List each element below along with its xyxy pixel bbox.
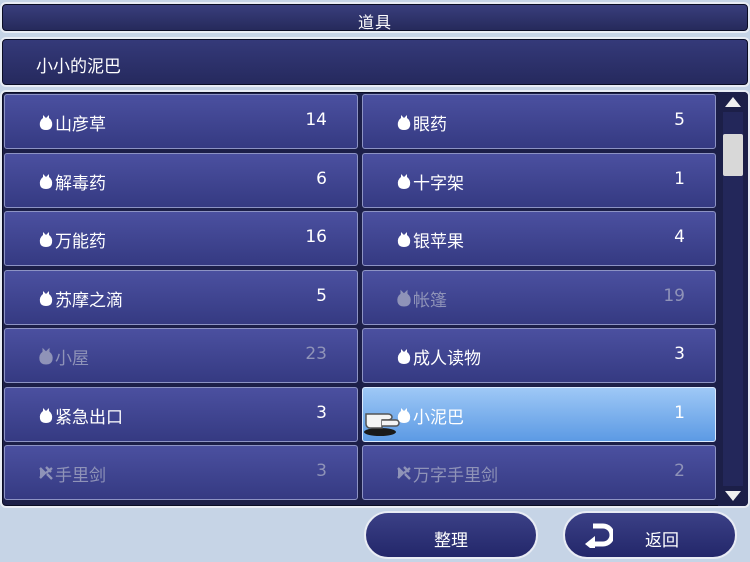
item-quantity: 23 [305,344,327,364]
description-bar: 小小的泥巴 [0,37,750,87]
item-name: 小屋 [55,349,89,369]
bag-icon [37,347,55,365]
item-slot[interactable]: 紧急出口 3 [4,386,358,442]
item-slot[interactable]: 眼药 5 [362,94,716,149]
scroll-down-arrow-icon[interactable] [724,490,742,502]
scroll-thumb[interactable] [723,134,743,176]
sort-button[interactable]: 整理 [364,511,538,559]
item-description: 小小的泥巴 [36,57,121,77]
item-slot[interactable]: 手里剑 3 [4,445,358,500]
bag-icon [395,113,413,131]
back-button-label: 返回 [645,531,679,551]
item-slot[interactable]: 小泥巴 1 [362,386,716,442]
item-quantity: 2 [674,461,685,481]
item-name: 成人读物 [413,349,481,369]
item-name: 万字手里剑 [413,466,498,486]
hand-cursor-icon [364,413,400,436]
item-slot[interactable]: 小屋 23 [4,328,358,383]
item-quantity: 3 [674,344,685,364]
back-arrow-icon [585,523,613,548]
item-name: 十字架 [413,173,464,194]
item-quantity: 6 [316,168,327,189]
item-quantity: 1 [674,168,685,189]
item-slot[interactable]: 万能药 16 [4,211,358,266]
item-quantity: 16 [305,227,327,247]
scroll-track[interactable] [723,112,743,486]
item-slot[interactable]: 解毒药 6 [4,152,358,208]
item-quantity: 3 [316,402,327,423]
sort-button-label: 整理 [434,531,468,551]
item-slot[interactable]: 万字手里剑 2 [362,445,716,500]
item-quantity: 19 [663,285,685,306]
shuriken-icon [37,464,55,482]
item-quantity: 5 [316,285,327,306]
shuriken-icon [395,464,413,482]
item-slot[interactable]: 成人读物 3 [362,328,716,383]
item-name: 万能药 [55,232,106,252]
scrollbar[interactable] [718,92,748,506]
title-bar: 道具 [0,2,750,33]
item-list-panel: 山彦草 14 眼药 5 解毒药 6 十字架 1 万能药 16 银苹果 4 苏摩之滴 5 帐篷 19 小屋 23 成人… [0,90,750,508]
item-name: 紧急出口 [55,407,123,428]
item-quantity: 3 [316,461,327,481]
item-quantity: 4 [674,227,685,247]
back-button[interactable]: 返回 [563,511,737,559]
item-slot[interactable]: 山彦草 14 [4,94,358,149]
bag-icon [37,406,55,424]
bag-icon [395,230,413,248]
item-name: 苏摩之滴 [55,290,123,311]
item-name: 小泥巴 [413,407,464,428]
bag-icon [395,347,413,365]
item-name: 银苹果 [413,232,464,252]
bag-icon [395,172,413,190]
item-slot[interactable]: 十字架 1 [362,152,716,208]
item-name: 眼药 [413,115,447,135]
item-slot[interactable]: 帐篷 19 [362,269,716,325]
item-quantity: 14 [305,110,327,130]
item-name: 帐篷 [413,290,447,311]
scroll-up-arrow-icon[interactable] [724,96,742,108]
bag-icon [37,113,55,131]
bag-icon [37,289,55,307]
bag-icon [37,230,55,248]
item-name: 山彦草 [55,115,106,135]
item-quantity: 5 [674,110,685,130]
bag-icon [37,172,55,190]
menu-title: 道具 [357,13,392,32]
item-name: 解毒药 [55,173,106,194]
item-slot[interactable]: 苏摩之滴 5 [4,269,358,325]
bag-icon [395,289,413,307]
item-quantity: 1 [674,402,685,423]
item-slot[interactable]: 银苹果 4 [362,211,716,266]
item-name: 手里剑 [55,466,106,486]
